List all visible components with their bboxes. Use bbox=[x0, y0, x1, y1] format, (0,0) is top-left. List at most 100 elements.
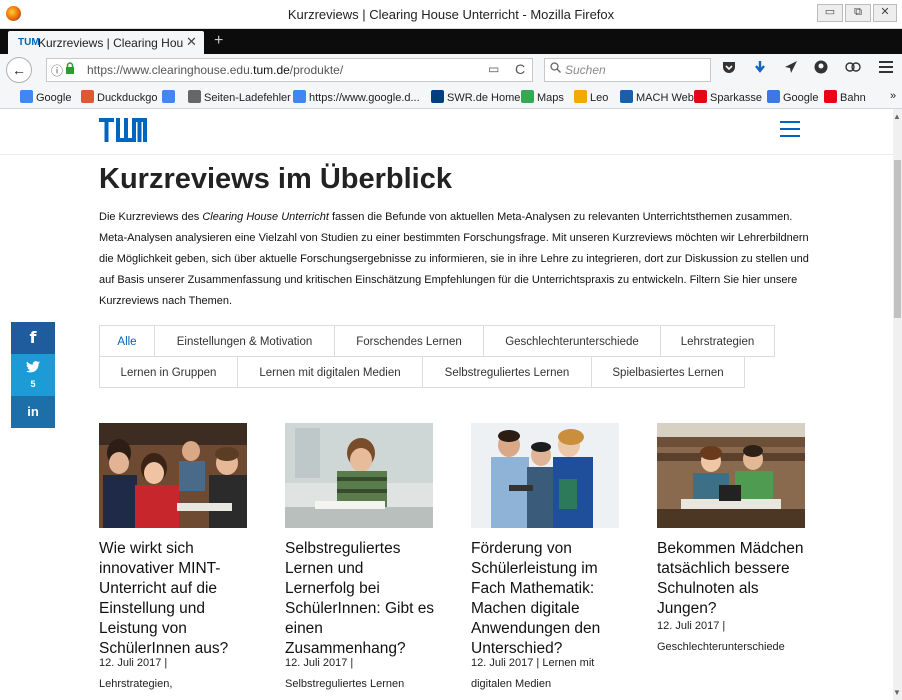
card-meta-mint: 12. Juli 2017 | Lehrstrategien, bbox=[99, 657, 173, 690]
scroll-down-arrow-icon[interactable]: ▼ bbox=[893, 688, 901, 697]
card-image-students-lecture-hall[interactable] bbox=[657, 423, 805, 528]
bookmark-item[interactable]: Leo bbox=[574, 90, 608, 104]
bookmark-favicon-icon bbox=[694, 90, 707, 103]
card-image-student-writing[interactable] bbox=[285, 423, 433, 528]
tab-close-icon[interactable]: ✕ bbox=[186, 34, 197, 50]
site-info-icon[interactable]: ⓘ bbox=[51, 62, 63, 79]
tab-strip: TUM Kurzreviews | Clearing House Unterri… bbox=[0, 29, 902, 54]
bookmark-favicon-icon bbox=[431, 90, 444, 103]
search-bar[interactable]: Suchen bbox=[544, 58, 711, 82]
filter-lernen-mit-digitalen-medien[interactable]: Lernen mit digitalen Medien bbox=[237, 356, 423, 388]
bookmark-label: Google bbox=[783, 92, 819, 104]
linkedin-share-button[interactable]: in bbox=[11, 396, 55, 428]
bookmarks-overflow-button[interactable]: » bbox=[890, 90, 896, 102]
card-title-maedchen-jungen[interactable]: Bekommen Mädchen tatsächlich bessere Sch… bbox=[657, 539, 807, 619]
bookmark-item[interactable]: Bahn bbox=[824, 90, 866, 104]
filter-lernen-in-gruppen[interactable]: Lernen in Gruppen bbox=[99, 356, 238, 388]
filter-selbstreguliertes-lernen[interactable]: Selbstreguliertes Lernen bbox=[422, 356, 592, 388]
maximize-button[interactable]: ⧉ bbox=[845, 4, 871, 22]
filter-spielbasiertes-lernen[interactable]: Spielbasiertes Lernen bbox=[591, 356, 745, 388]
bookmark-favicon-icon bbox=[162, 90, 175, 103]
tab-kurzreviews[interactable]: TUM Kurzreviews | Clearing House Unterri… bbox=[8, 31, 204, 54]
tum-favicon-icon: TUM bbox=[18, 37, 40, 48]
facebook-share-button[interactable]: f bbox=[11, 322, 55, 354]
filter-alle[interactable]: Alle bbox=[99, 325, 155, 357]
bookmark-favicon-icon bbox=[188, 90, 201, 103]
bookmark-label: MACH Web bbox=[636, 92, 694, 104]
bookmark-item[interactable]: https://www.google.d... bbox=[293, 90, 420, 104]
navigation-bar: ← ⓘ https://www.clearinghouse.edu.tum.de… bbox=[0, 54, 902, 87]
tab-label: Kurzreviews | Clearing House Unterricht bbox=[38, 36, 183, 50]
filter-einstellungen-motivation[interactable]: Einstellungen & Motivation bbox=[154, 325, 335, 357]
bookmark-label: Duckduckgo bbox=[97, 92, 158, 104]
reader-view-icon[interactable]: ▭ bbox=[488, 62, 499, 76]
url-bar[interactable]: ⓘ https://www.clearinghouse.edu.tum.de/p… bbox=[46, 58, 533, 82]
card-image-students-tablet[interactable] bbox=[471, 423, 619, 528]
card-meta-mathematik: 12. Juli 2017 | Lernen mit digitalen Med… bbox=[471, 657, 595, 690]
bookmark-favicon-icon bbox=[293, 90, 306, 103]
filter-lehrstrategien[interactable]: Lehrstrategien bbox=[660, 325, 775, 357]
close-window-button[interactable]: ✕ bbox=[873, 4, 897, 22]
bookmark-label: Sparkasse bbox=[710, 92, 762, 104]
reload-button[interactable]: C bbox=[515, 61, 525, 77]
filter-forschendes-lernen[interactable]: Forschendes Lernen bbox=[334, 325, 484, 357]
bookmark-item[interactable]: Google bbox=[20, 90, 71, 104]
filter-geschlechterunterschiede[interactable]: Geschlechterunterschiede bbox=[483, 325, 661, 357]
bookmark-favicon-icon bbox=[620, 90, 633, 103]
page-scrollbar-thumb[interactable] bbox=[894, 160, 901, 318]
window-titlebar: Kurzreviews | Clearing House Unterricht … bbox=[0, 0, 902, 29]
bookmark-label: Seiten-Ladefehler bbox=[204, 92, 291, 104]
extension-icon[interactable] bbox=[845, 60, 861, 78]
linkedin-icon: in bbox=[27, 404, 39, 419]
avatar-icon[interactable] bbox=[814, 60, 828, 78]
card-title-mint[interactable]: Wie wirkt sich innovativer MINT-Unterric… bbox=[99, 539, 249, 659]
bookmark-favicon-icon bbox=[767, 90, 780, 103]
bookmark-favicon-icon bbox=[521, 90, 534, 103]
bookmark-item[interactable]: Seiten-Ladefehler bbox=[188, 90, 291, 104]
minimize-button[interactable]: ▭ bbox=[817, 4, 843, 22]
bookmark-label: Google bbox=[36, 92, 72, 104]
tum-logo[interactable] bbox=[99, 118, 147, 148]
card-image-students-classroom[interactable] bbox=[99, 423, 247, 528]
bookmark-label: Bahn bbox=[840, 92, 866, 104]
twitter-icon bbox=[11, 360, 55, 378]
bookmark-favicon-icon bbox=[824, 90, 837, 103]
search-icon bbox=[550, 62, 561, 76]
new-tab-button[interactable]: + bbox=[214, 32, 223, 50]
download-icon[interactable] bbox=[753, 60, 767, 79]
bookmark-item[interactable]: MACH Web bbox=[620, 90, 694, 104]
bookmark-label: Maps bbox=[537, 92, 564, 104]
site-header bbox=[0, 109, 893, 155]
site-menu-icon[interactable] bbox=[780, 121, 800, 142]
bookmark-label: SWR.de Home bbox=[447, 92, 521, 104]
bookmark-item[interactable]: Sparkasse bbox=[694, 90, 762, 104]
card-meta-selbstreguliertes-lernen: 12. Juli 2017 | Selbstreguliertes Lernen bbox=[285, 657, 405, 690]
window-title: Kurzreviews | Clearing House Unterricht … bbox=[287, 7, 615, 22]
bookmark-label: https://www.google.d... bbox=[309, 92, 420, 104]
bookmark-favicon-icon bbox=[574, 90, 587, 103]
twitter-share-button[interactable]: 5 bbox=[11, 354, 55, 396]
scroll-up-arrow-icon[interactable]: ▲ bbox=[893, 112, 901, 121]
search-placeholder: Suchen bbox=[565, 63, 606, 77]
lock-icon bbox=[65, 62, 75, 77]
bookmark-item[interactable]: Duckduckgo bbox=[81, 90, 158, 104]
page-title: Kurzreviews im Überblick bbox=[99, 163, 452, 195]
send-icon[interactable] bbox=[784, 60, 798, 78]
card-title-mathematik[interactable]: Förderung von Schülerleistung im Fach Ma… bbox=[471, 539, 616, 659]
card-title-selbstreguliertes-lernen[interactable]: Selbstreguliertes Lernen und Lernerfolg … bbox=[285, 539, 435, 659]
bookmark-item[interactable]: SWR.de Home bbox=[431, 90, 520, 104]
bookmark-item[interactable]: Google bbox=[767, 90, 818, 104]
hamburger-menu-icon[interactable] bbox=[879, 60, 893, 77]
url-text[interactable]: https://www.clearinghouse.edu.tum.de/pro… bbox=[87, 63, 343, 77]
page-content: Kurzreviews im Überblick Die Kurzreviews… bbox=[0, 109, 893, 700]
bookmark-favicon-icon bbox=[81, 90, 94, 103]
bookmark-item[interactable]: Maps bbox=[521, 90, 564, 104]
pocket-icon[interactable] bbox=[722, 60, 736, 78]
back-button[interactable]: ← bbox=[6, 57, 32, 83]
bookmark-label: Leo bbox=[590, 92, 609, 104]
intro-paragraph: Die Kurzreviews des Clearing House Unter… bbox=[99, 211, 809, 307]
twitter-share-count: 5 bbox=[30, 379, 36, 389]
card-meta-maedchen-jungen: 12. Juli 2017 | Geschlechterunterschiede bbox=[657, 620, 785, 653]
bookmark-item[interactable] bbox=[162, 90, 178, 104]
bookmarks-toolbar: Google Duckduckgo Seiten-Ladefehler https:/… bbox=[0, 86, 902, 109]
